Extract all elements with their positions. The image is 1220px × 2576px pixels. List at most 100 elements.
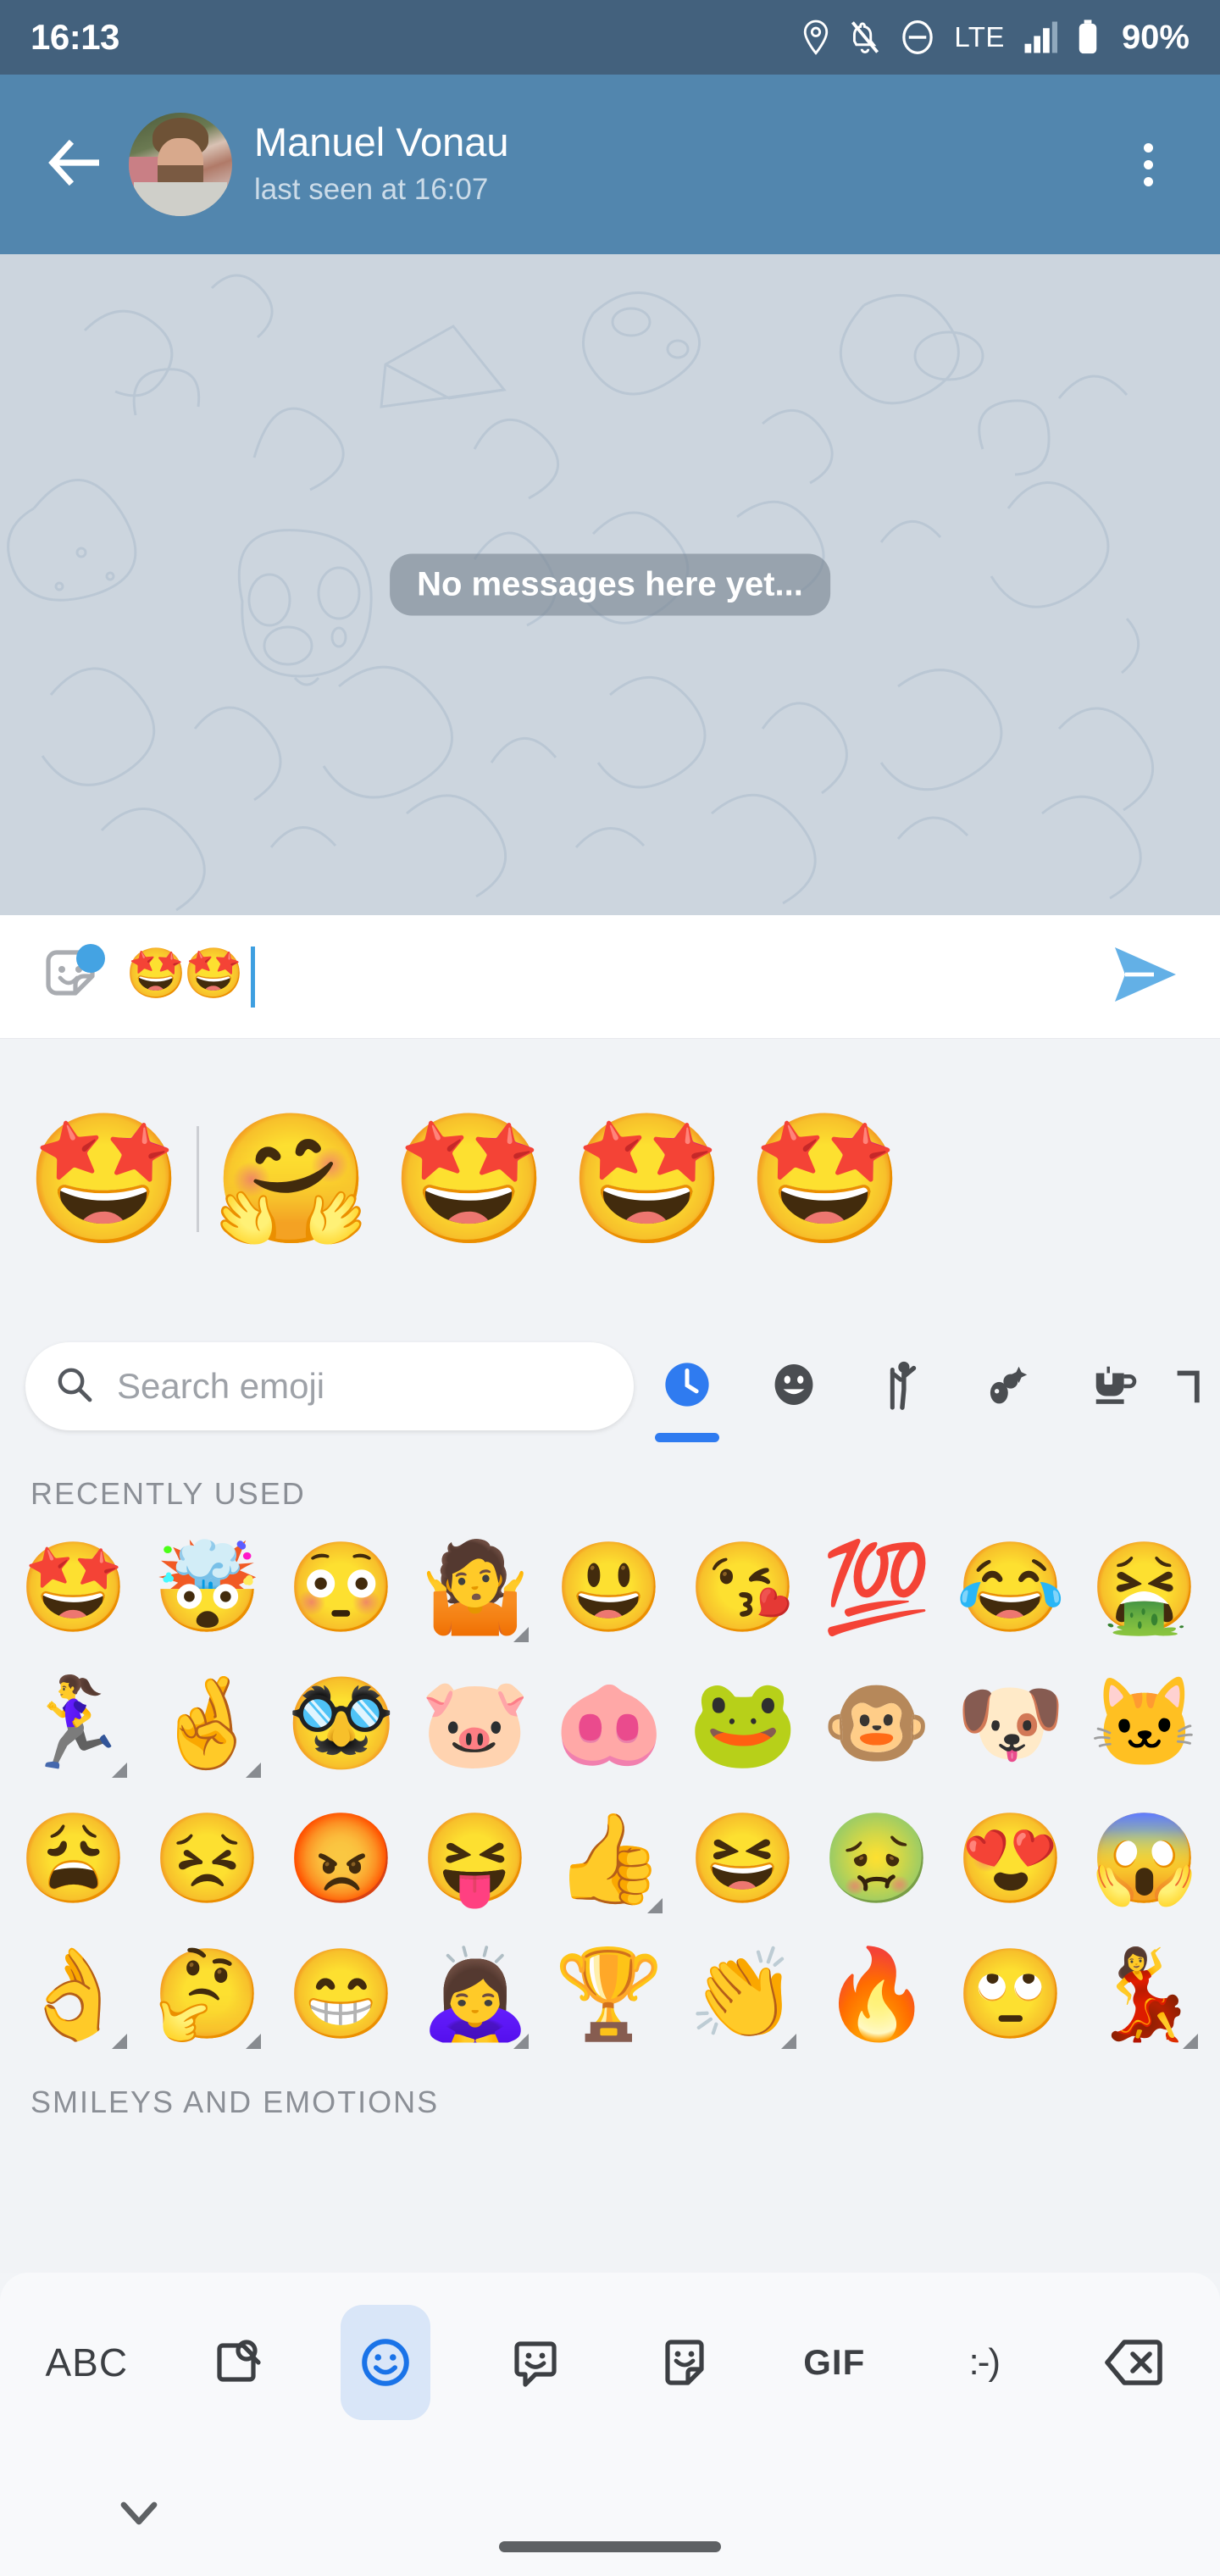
search-input[interactable]: Search emoji [25, 1342, 634, 1430]
gif-key[interactable]: GIF [760, 2305, 910, 2420]
emoji-cell[interactable]: 😆 [676, 1791, 810, 1927]
tab-travel-places[interactable] [1167, 1319, 1201, 1454]
emoji-cell[interactable]: 🏆 [542, 1927, 676, 2062]
emoji-suggestion-row[interactable]: 🤩 🤗 🤩 🤩 🤩 [0, 1039, 1220, 1319]
avatar[interactable] [129, 113, 232, 216]
tab-recent[interactable] [634, 1319, 740, 1454]
emoji-cell[interactable]: 😁 [274, 1927, 408, 2062]
emoji-key[interactable] [311, 2305, 461, 2420]
suggestion-emoji[interactable]: 🤩 [380, 1115, 558, 1242]
emoji-cell[interactable]: 😃 [542, 1520, 676, 1656]
abc-key[interactable]: ABC [12, 2305, 162, 2420]
emoticon-key[interactable]: :-) [909, 2305, 1059, 2420]
emoji-cell[interactable]: 🤯 [141, 1520, 274, 1656]
emoji-bubble-icon [510, 2335, 561, 2390]
sticker-button[interactable] [34, 941, 107, 1013]
emoji-cell[interactable]: 🤷 [408, 1520, 542, 1656]
variant-indicator [647, 1898, 663, 1913]
do-not-disturb-icon [900, 19, 935, 56]
sticker-search-key[interactable] [162, 2305, 312, 2420]
emoji-cell[interactable]: 🥸 [274, 1656, 408, 1791]
tab-smileys[interactable] [740, 1319, 847, 1454]
emoji-cell[interactable]: 🙇‍♀️ [408, 1927, 542, 2062]
more-vertical-icon [1143, 142, 1153, 153]
emoji-cell[interactable]: 😳 [274, 1520, 408, 1656]
emoji-cell[interactable]: 🐽 [542, 1656, 676, 1791]
backspace-key[interactable] [1059, 2305, 1209, 2420]
chat-message-area: No messages here yet... [0, 254, 1220, 915]
tab-people[interactable] [847, 1319, 954, 1454]
emoji-cell[interactable]: 💃 [1078, 1927, 1212, 2062]
emoji-cell[interactable]: 😝 [408, 1791, 542, 1927]
smiley-icon [769, 1360, 818, 1413]
message-input-field[interactable]: 🤩🤩 [125, 945, 256, 1008]
emoji-cell[interactable]: 😱 [1078, 1791, 1212, 1927]
emoji-glyph: 👍 [554, 1810, 664, 1908]
backspace-icon [1104, 2337, 1163, 2388]
suggestion-emoji[interactable]: 🤗 [202, 1115, 380, 1242]
emoji-cell[interactable]: 😍 [944, 1791, 1078, 1927]
emoji-cell[interactable]: 🐵 [810, 1656, 944, 1791]
back-arrow-icon [47, 139, 103, 191]
emoji-cell[interactable]: 👍 [542, 1791, 676, 1927]
emoji-cell[interactable]: 💯 [810, 1520, 944, 1656]
home-gesture-bar[interactable] [499, 2541, 721, 2552]
emoji-row: 😩 😣 😡 😝 👍 😆 🤢 😍 😱 [7, 1791, 1213, 1927]
emoji-cell[interactable]: 😘 [676, 1520, 810, 1656]
new-stickers-badge [76, 943, 105, 973]
emoji-glyph: 🤔 [152, 1946, 263, 2044]
emoji-cell[interactable]: 🤩 [7, 1520, 141, 1656]
empty-chat-badge: No messages here yet... [390, 553, 830, 616]
suggestion-emoji[interactable]: 🤩 [15, 1115, 193, 1242]
emoji-cell[interactable]: 🐷 [408, 1656, 542, 1791]
message-input-value: 🤩🤩 [125, 945, 244, 1001]
variant-indicator [781, 2034, 796, 2049]
emoji-cell[interactable]: 😣 [141, 1791, 274, 1927]
emoji-cell[interactable]: 🤢 [810, 1791, 944, 1927]
battery-percent-label: 90% [1121, 18, 1190, 56]
emoji-cell[interactable]: 😡 [274, 1791, 408, 1927]
chat-title-block[interactable]: Manuel Vonau last seen at 16:07 [254, 119, 1110, 208]
tab-animals-nature[interactable] [954, 1319, 1061, 1454]
tab-food-drink[interactable] [1061, 1319, 1167, 1454]
section-title-recently-used: RECENTLY USED [30, 1476, 306, 1511]
emoji-cell[interactable]: 🤮 [1078, 1520, 1212, 1656]
emoji-glyph: 🤷 [420, 1539, 530, 1637]
status-icons: LTE 90% [801, 19, 1190, 57]
hide-keyboard-button[interactable] [108, 2484, 169, 2545]
emoji-glyph: 🏃‍♀️ [19, 1674, 129, 1773]
emoji-glyph: 💃 [1090, 1946, 1200, 2044]
animals-nature-icon [983, 1360, 1032, 1413]
emoji-cell[interactable]: 🔥 [810, 1927, 944, 2062]
suggestion-emoji[interactable]: 🤩 [558, 1115, 736, 1242]
text-caret [251, 946, 256, 1008]
navigation-bar [0, 2452, 1220, 2576]
emoji-cell[interactable]: 👌 [7, 1927, 141, 2062]
send-button[interactable] [1105, 936, 1186, 1018]
emoji-cell[interactable]: 🙄 [944, 1927, 1078, 2062]
emoji-cell[interactable]: 😂 [944, 1520, 1078, 1656]
overflow-menu-button[interactable] [1110, 124, 1186, 205]
variant-indicator [246, 2034, 261, 2049]
emoji-search-row: Search emoji [0, 1319, 1220, 1454]
network-type-label: LTE [954, 21, 1005, 53]
emoji-cell[interactable]: 🐶 [944, 1656, 1078, 1791]
emoji-cell[interactable]: 👏 [676, 1927, 810, 2062]
emoji-glyph: 👏 [688, 1946, 798, 2044]
sticker-key[interactable] [610, 2305, 760, 2420]
emoji-cell[interactable]: 🤔 [141, 1927, 274, 2062]
emoji-cell[interactable]: 🐸 [676, 1656, 810, 1791]
search-placeholder: Search emoji [117, 1366, 325, 1406]
emoji-row: 🏃‍♀️ 🤞 🥸 🐷 🐽 🐸 🐵 🐶 🐱 [7, 1656, 1213, 1791]
emoji-cell[interactable]: 🏃‍♀️ [7, 1656, 141, 1791]
emoji-cell[interactable]: 🐱 [1078, 1656, 1212, 1791]
message-input-row: 🤩🤩 [0, 915, 1220, 1039]
suggestion-emoji[interactable]: 🤩 [736, 1115, 914, 1242]
suggestion-divider [197, 1125, 199, 1232]
emoji-sticker-key[interactable] [461, 2305, 611, 2420]
last-seen-status: last seen at 16:07 [254, 172, 489, 206]
battery-icon [1076, 19, 1100, 56]
emoji-cell[interactable]: 🤞 [141, 1656, 274, 1791]
back-button[interactable] [34, 124, 115, 205]
emoji-cell[interactable]: 😩 [7, 1791, 141, 1927]
